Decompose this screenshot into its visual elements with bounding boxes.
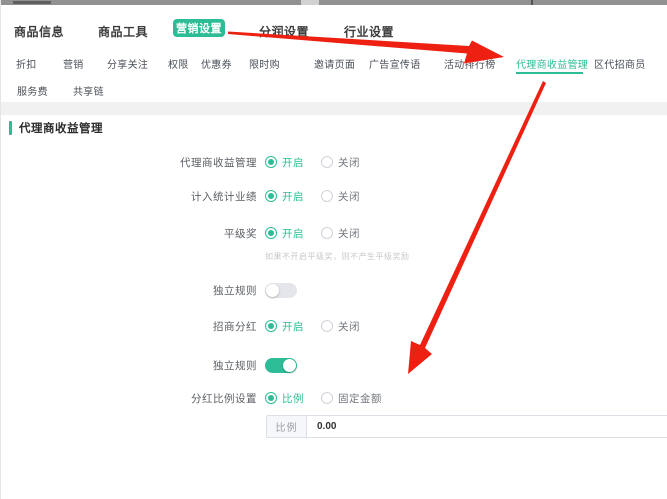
browser-chrome-strip [1, 0, 667, 5]
section-header: 代理商收益管理 [9, 120, 103, 136]
radio-on-selected[interactable] [265, 320, 277, 332]
browser-chrome-fragment [301, 0, 319, 5]
form-label: 招商分红 [1, 319, 257, 334]
radio-off-label[interactable]: 关闭 [338, 155, 360, 170]
radio-on-label[interactable]: 开启 [282, 226, 304, 241]
section-divider [1, 102, 667, 115]
active-tab-underline [516, 72, 583, 74]
form-row-dividend-ratio: 分红比例设置 比例 固定金额 [1, 388, 382, 408]
subtab-district-agent[interactable]: 区代招商员 [594, 56, 646, 71]
tab-product-tools[interactable]: 商品工具 [98, 23, 148, 40]
ratio-input-group: 比例 [266, 415, 667, 438]
section-accent-bar [9, 121, 12, 135]
radio-fixed-amount[interactable] [321, 392, 333, 404]
subtab-activity-rank[interactable]: 活动排行榜 [444, 56, 496, 71]
toggle-switch-on[interactable] [265, 358, 297, 373]
browser-chrome-fragment [531, 0, 533, 5]
radio-off-label[interactable]: 关闭 [338, 226, 360, 241]
browser-chrome-fragment [13, 1, 51, 4]
form-label: 计入统计业绩 [1, 189, 257, 204]
form-label: 独立规则 [1, 283, 257, 298]
radio-on-selected[interactable] [265, 156, 277, 168]
radio-off[interactable] [321, 190, 333, 202]
subtab-service-fee[interactable]: 服务费 [17, 83, 48, 98]
form-row-peer-bonus: 平级奖 开启 关闭 [1, 223, 360, 243]
form-row-independent-rule-1: 独立规则 [1, 280, 297, 300]
form-label: 独立规则 [1, 358, 257, 373]
subtab-ad-slogan[interactable]: 广告宣传语 [369, 56, 421, 71]
peer-bonus-hint: 如果不开启平级奖，则不产生平级奖励 [265, 251, 410, 262]
subtab-share-chain[interactable]: 共享链 [73, 83, 104, 98]
tab-industry-settings[interactable]: 行业设置 [344, 23, 394, 40]
toggle-switch-off[interactable] [265, 283, 297, 298]
form-row-investment-dividend: 招商分红 开启 关闭 [1, 316, 360, 336]
ratio-input-prefix: 比例 [267, 416, 307, 437]
tab-marketing-settings-active[interactable]: 营销设置 [173, 19, 225, 37]
radio-on-label[interactable]: 开启 [282, 189, 304, 204]
subtab-permission[interactable]: 权限 [168, 56, 189, 71]
tab-profit-settings[interactable]: 分润设置 [259, 23, 309, 40]
radio-on-selected[interactable] [265, 190, 277, 202]
subtab-invite-page[interactable]: 邀请页面 [314, 56, 355, 71]
form-label: 分红比例设置 [1, 391, 257, 406]
radio-on-selected[interactable] [265, 227, 277, 239]
radio-off[interactable] [321, 227, 333, 239]
switch-knob [283, 359, 296, 372]
subtab-discount[interactable]: 折扣 [16, 56, 37, 71]
subtab-coupon[interactable]: 优惠券 [201, 56, 232, 71]
radio-ratio-label[interactable]: 比例 [282, 391, 304, 406]
tab-product-info[interactable]: 商品信息 [14, 23, 64, 40]
form-row-count-performance: 计入统计业绩 开启 关闭 [1, 186, 360, 206]
radio-on-label[interactable]: 开启 [282, 155, 304, 170]
ratio-input[interactable] [307, 416, 667, 437]
section-title: 代理商收益管理 [19, 120, 103, 136]
form-row-agent-revenue: 代理商收益管理 开启 关闭 [1, 152, 360, 172]
subtab-agent-revenue-active[interactable]: 代理商收益管理 [516, 56, 588, 71]
radio-on-label[interactable]: 开启 [282, 319, 304, 334]
form-label: 平级奖 [1, 226, 257, 241]
subtab-flash-sale[interactable]: 限时购 [249, 56, 280, 71]
form-label: 代理商收益管理 [1, 155, 257, 170]
settings-page: 商品信息 商品工具 营销设置 分润设置 行业设置 折扣 营销 分享关注 权限 优… [0, 0, 667, 499]
radio-fixed-amount-label[interactable]: 固定金额 [338, 391, 382, 406]
radio-off-label[interactable]: 关闭 [338, 189, 360, 204]
radio-off[interactable] [321, 156, 333, 168]
form-row-independent-rule-2: 独立规则 [1, 355, 297, 375]
radio-off[interactable] [321, 320, 333, 332]
subtab-marketing[interactable]: 营销 [63, 56, 84, 71]
annotation-arrow-down [408, 81, 546, 374]
radio-ratio-selected[interactable] [265, 392, 277, 404]
radio-off-label[interactable]: 关闭 [338, 319, 360, 334]
switch-knob [266, 284, 279, 297]
subtab-share-follow[interactable]: 分享关注 [107, 56, 148, 71]
